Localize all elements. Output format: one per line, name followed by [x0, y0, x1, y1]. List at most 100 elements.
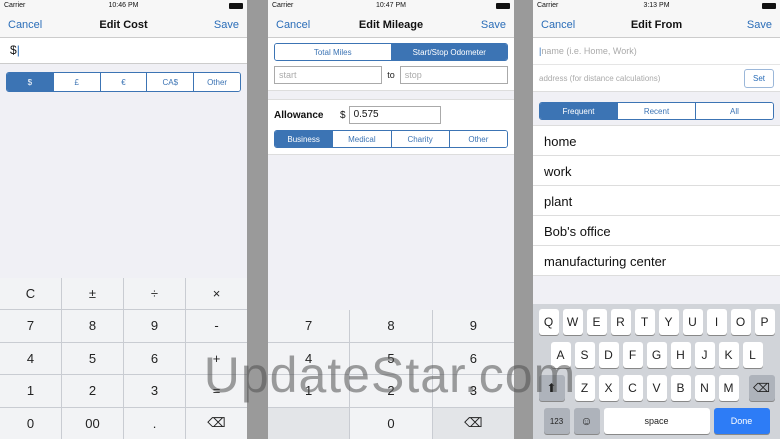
save-button[interactable]: Save — [747, 19, 772, 31]
key-4[interactable]: 4 — [0, 342, 61, 374]
key-j[interactable]: J — [694, 342, 715, 368]
key-decimal[interactable]: . — [124, 407, 185, 439]
key-m[interactable]: M — [718, 375, 739, 401]
key-l[interactable]: L — [742, 342, 763, 368]
key-3[interactable]: 3 — [432, 375, 514, 407]
key-n[interactable]: N — [694, 375, 715, 401]
key-z[interactable]: Z — [574, 375, 595, 401]
shift-icon[interactable]: ⬆ — [538, 375, 565, 401]
key-p[interactable]: P — [754, 309, 775, 335]
key-3[interactable]: 3 — [124, 375, 185, 407]
key-5[interactable]: 5 — [350, 342, 432, 374]
key-divide[interactable]: ÷ — [124, 277, 185, 309]
category-business[interactable]: Business — [275, 131, 334, 147]
key-k[interactable]: K — [718, 342, 739, 368]
key-s[interactable]: S — [574, 342, 595, 368]
set-button[interactable]: Set — [743, 68, 774, 88]
start-input[interactable]: start — [274, 66, 383, 84]
allowance-input[interactable]: 0.575 — [348, 106, 441, 124]
category-other[interactable]: Other — [449, 131, 507, 147]
key-e[interactable]: E — [586, 309, 607, 335]
tab-recent[interactable]: Recent — [618, 103, 696, 119]
list-item[interactable]: manufacturing center — [533, 246, 780, 276]
key-r[interactable]: R — [610, 309, 631, 335]
key-w[interactable]: W — [562, 309, 583, 335]
key-8[interactable]: 8 — [350, 310, 432, 342]
currency-cad[interactable]: CA$ — [147, 73, 195, 91]
key-h[interactable]: H — [670, 342, 691, 368]
key-6[interactable]: 6 — [124, 342, 185, 374]
key-1[interactable]: 1 — [0, 375, 61, 407]
key-g[interactable]: G — [646, 342, 667, 368]
key-0[interactable]: 0 — [0, 407, 61, 439]
stop-input[interactable]: stop — [399, 66, 509, 84]
backspace-icon[interactable]: ⌫ — [432, 407, 514, 439]
key-o[interactable]: O — [730, 309, 751, 335]
allowance-label: Allowance — [274, 109, 324, 121]
clock: 10:47 PM — [376, 2, 406, 9]
key-c[interactable]: C — [622, 375, 643, 401]
key-a[interactable]: A — [550, 342, 571, 368]
key-6[interactable]: 6 — [432, 342, 514, 374]
key-plus-minus[interactable]: ± — [62, 277, 123, 309]
key-i[interactable]: I — [706, 309, 727, 335]
backspace-icon[interactable]: ⌫ — [748, 375, 775, 401]
backspace-icon[interactable]: ⌫ — [186, 407, 247, 439]
key-b[interactable]: B — [670, 375, 691, 401]
key-clear[interactable]: C — [0, 277, 61, 309]
save-button[interactable]: Save — [481, 19, 506, 31]
category-charity[interactable]: Charity — [391, 131, 450, 147]
amount-input[interactable]: $| — [0, 38, 247, 64]
key-0[interactable]: 0 — [350, 407, 432, 439]
to-label: to — [387, 70, 395, 80]
name-input[interactable]: |name (i.e. Home, Work) — [533, 38, 780, 65]
screen-edit-cost: Carrier 10:46 PM Cancel Edit Cost Save $… — [0, 0, 247, 439]
key-4[interactable]: 4 — [268, 342, 350, 374]
tab-start-stop-odometer[interactable]: Start/Stop Odometer — [391, 44, 507, 60]
key-v[interactable]: V — [646, 375, 667, 401]
location-list: home work plant Bob's office manufacturi… — [533, 125, 780, 276]
save-button[interactable]: Save — [214, 19, 239, 31]
emoji-icon[interactable]: ☺ — [573, 408, 600, 434]
key-equals[interactable]: = — [186, 375, 247, 407]
key-5[interactable]: 5 — [62, 342, 123, 374]
key-00[interactable]: 00 — [62, 407, 123, 439]
address-input[interactable]: address (for distance calculations) — [539, 74, 660, 83]
currency-eur[interactable]: € — [100, 73, 148, 91]
done-key[interactable]: Done — [713, 408, 770, 434]
category-medical[interactable]: Medical — [333, 131, 392, 147]
key-t[interactable]: T — [634, 309, 655, 335]
status-bar: Carrier 3:13 PM — [533, 0, 780, 12]
key-q[interactable]: Q — [538, 309, 559, 335]
currency-other[interactable]: Other — [194, 73, 240, 91]
key-u[interactable]: U — [682, 309, 703, 335]
key-plus[interactable]: + — [186, 342, 247, 374]
key-x[interactable]: X — [598, 375, 619, 401]
currency-gbp[interactable]: £ — [53, 73, 101, 91]
list-item[interactable]: work — [533, 156, 780, 186]
key-f[interactable]: F — [622, 342, 643, 368]
key-minus[interactable]: - — [186, 310, 247, 342]
keyboard-row-2: A S D F G H J K L — [533, 342, 780, 368]
key-1[interactable]: 1 — [268, 375, 350, 407]
key-9[interactable]: 9 — [432, 310, 514, 342]
tab-total-miles[interactable]: Total Miles — [275, 44, 392, 60]
key-7[interactable]: 7 — [0, 310, 61, 342]
currency-usd[interactable]: $ — [7, 73, 54, 91]
key-8[interactable]: 8 — [62, 310, 123, 342]
space-key[interactable]: space — [603, 408, 710, 434]
key-y[interactable]: Y — [658, 309, 679, 335]
key-d[interactable]: D — [598, 342, 619, 368]
key-multiply[interactable]: × — [186, 277, 247, 309]
list-item[interactable]: Bob's office — [533, 216, 780, 246]
key-9[interactable]: 9 — [124, 310, 185, 342]
keyboard-row-1: Q W E R T Y U I O P — [533, 309, 780, 335]
key-2[interactable]: 2 — [350, 375, 432, 407]
key-2[interactable]: 2 — [62, 375, 123, 407]
numbers-key[interactable]: 123 — [543, 408, 570, 434]
tab-all[interactable]: All — [696, 103, 773, 119]
key-7[interactable]: 7 — [268, 310, 350, 342]
list-item[interactable]: plant — [533, 186, 780, 216]
tab-frequent[interactable]: Frequent — [540, 103, 618, 119]
list-item[interactable]: home — [533, 126, 780, 156]
